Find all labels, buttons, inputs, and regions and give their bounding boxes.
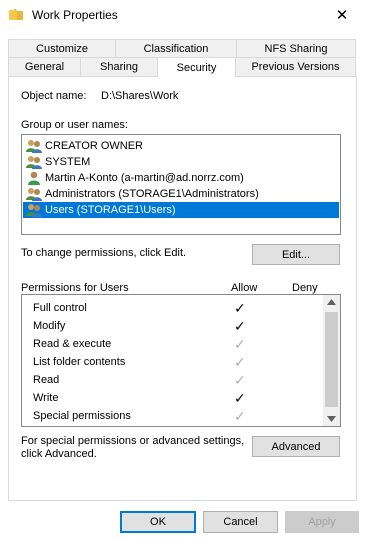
tab-general[interactable]: General — [8, 57, 81, 76]
close-button[interactable]: ✕ — [319, 0, 365, 30]
scroll-down-icon[interactable] — [327, 416, 336, 422]
tab-security[interactable]: Security — [157, 57, 236, 77]
tab-row-front: General Sharing Security Previous Versio… — [8, 57, 356, 77]
group-icon — [26, 140, 42, 153]
user-icon — [28, 171, 40, 185]
scroll-thumb[interactable] — [325, 312, 338, 407]
ok-button[interactable]: OK — [120, 511, 196, 533]
allow-header: Allow — [231, 282, 258, 294]
permission-name: Special permissions — [33, 410, 131, 422]
folder-icon — [9, 9, 23, 20]
title-bar: Work Properties ✕ — [0, 0, 365, 30]
security-panel: Object name: D:\Shares\Work Group or use… — [8, 76, 357, 501]
user-name: Martin A-Konto (a-martin@ad.norrz.com) — [45, 172, 244, 184]
group-name: CREATOR OWNER — [45, 140, 143, 152]
special-text-line-1: For special permissions or advanced sett… — [21, 435, 245, 447]
advanced-button[interactable]: Advanced — [252, 436, 340, 457]
permission-name: Modify — [33, 320, 66, 332]
list-item[interactable]: Martin A-Konto (a-martin@ad.norrz.com) — [23, 170, 339, 186]
tab-previous-versions[interactable]: Previous Versions — [235, 57, 356, 76]
allow-check-icon[interactable]: ✓ — [234, 319, 246, 333]
edit-button[interactable]: Edit... — [252, 244, 340, 265]
group-list[interactable]: CREATOR OWNER SYSTEM Martin A-Konto (a-m… — [21, 134, 341, 235]
object-name-label: Object name: — [21, 90, 87, 102]
permission-name: List folder contents — [33, 356, 126, 368]
permission-name: Read — [33, 374, 60, 386]
group-icon — [26, 204, 42, 217]
permission-name: Write — [33, 392, 59, 404]
list-item[interactable]: Administrators (STORAGE1\Administrators) — [23, 186, 339, 202]
scroll-up-icon[interactable] — [327, 299, 336, 305]
permissions-scrollbar[interactable] — [323, 295, 340, 426]
tab-classification[interactable]: Classification — [115, 39, 237, 58]
permission-name: Read & execute — [33, 338, 112, 350]
allow-check-icon: ✓ — [234, 372, 246, 388]
allow-check-icon[interactable]: ✓ — [234, 391, 246, 405]
allow-check-icon: ✓ — [234, 408, 246, 424]
tab-sharing[interactable]: Sharing — [80, 57, 158, 76]
list-item[interactable]: CREATOR OWNER — [23, 138, 339, 154]
tab-customize[interactable]: Customize — [8, 39, 116, 58]
list-item-selected[interactable]: Users (STORAGE1\Users) — [23, 202, 339, 218]
group-name: Administrators (STORAGE1\Administrators) — [45, 188, 259, 200]
permissions-header: Permissions for Users — [21, 282, 129, 294]
deny-header: Deny — [292, 282, 318, 294]
allow-check-icon: ✓ — [234, 336, 246, 352]
allow-check-icon[interactable]: ✓ — [234, 301, 246, 315]
group-names-label: Group or user names: — [21, 119, 128, 131]
tab-nfs-sharing[interactable]: NFS Sharing — [236, 39, 356, 58]
allow-check-icon: ✓ — [234, 354, 246, 370]
cancel-button[interactable]: Cancel — [203, 511, 278, 533]
object-name-value: D:\Shares\Work — [101, 90, 179, 102]
special-text-line-2: click Advanced. — [21, 448, 97, 460]
apply-button[interactable]: Apply — [285, 511, 359, 533]
tab-row-back: Customize Classification NFS Sharing — [8, 39, 356, 58]
group-icon — [26, 156, 42, 169]
close-icon: ✕ — [335, 7, 349, 24]
list-item[interactable]: SYSTEM — [23, 154, 339, 170]
group-icon — [26, 188, 42, 201]
group-name: Users (STORAGE1\Users) — [45, 204, 176, 216]
change-permissions-text: To change permissions, click Edit. — [21, 247, 187, 259]
group-name: SYSTEM — [45, 156, 91, 168]
window-title: Work Properties — [32, 8, 118, 22]
permission-name: Full control — [33, 302, 87, 314]
